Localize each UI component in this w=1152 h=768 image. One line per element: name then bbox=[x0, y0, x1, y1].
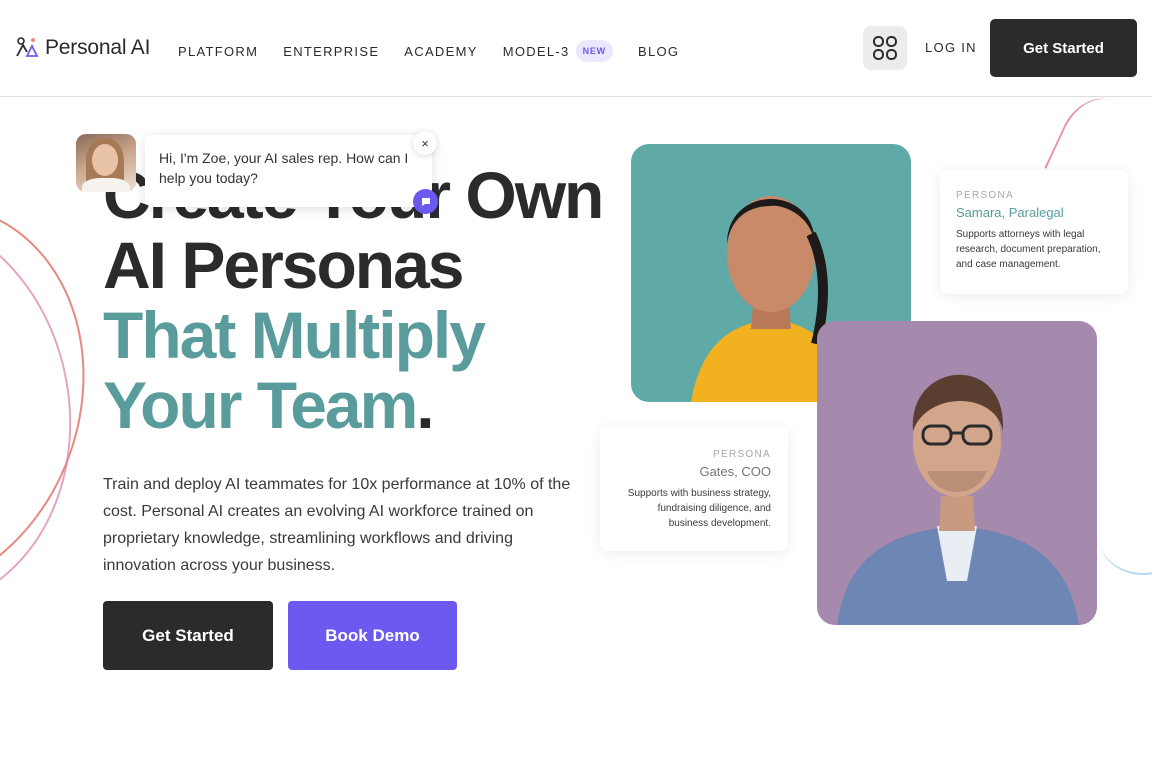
apps-menu-button[interactable] bbox=[863, 26, 907, 70]
logo-text: Personal AI bbox=[45, 36, 151, 59]
avatar-face bbox=[92, 144, 118, 176]
header-get-started-button[interactable]: Get Started bbox=[990, 19, 1137, 77]
nav-item-platform[interactable]: PLATFORM bbox=[178, 44, 258, 59]
get-started-button[interactable]: Get Started bbox=[103, 601, 273, 670]
logo-icon bbox=[16, 37, 39, 57]
persona-name: Gates, COO bbox=[699, 464, 771, 479]
chat-message[interactable]: Hi, I'm Zoe, your AI sales rep. How can … bbox=[145, 135, 432, 207]
main-nav: PLATFORM ENTERPRISE ACADEMY MODEL-3 NEW … bbox=[178, 40, 704, 62]
hero-description: Train and deploy AI teammates for 10x pe… bbox=[103, 476, 571, 574]
persona-card-gates: PERSONA Gates, COO Supports with busines… bbox=[600, 427, 788, 551]
persona-label: PERSONA bbox=[956, 190, 1015, 201]
nav-item-blog[interactable]: BLOG bbox=[638, 44, 679, 59]
persona-description: Supports attorneys with legal research, … bbox=[956, 229, 1101, 270]
nav-item-academy[interactable]: ACADEMY bbox=[404, 44, 477, 59]
logo[interactable]: Personal AI bbox=[15, 36, 150, 60]
chat-bubble-icon bbox=[421, 197, 430, 206]
man-portrait bbox=[837, 374, 1079, 625]
login-link[interactable]: LOG IN bbox=[925, 40, 977, 55]
nav-item-enterprise[interactable]: ENTERPRISE bbox=[283, 44, 379, 59]
headline-line-accent: That Multiply bbox=[103, 298, 486, 372]
persona-label: PERSONA bbox=[712, 449, 771, 460]
chat-agent-avatar[interactable] bbox=[76, 134, 136, 192]
chat-icon[interactable] bbox=[413, 189, 438, 214]
persona-card-samara: PERSONA Samara, Paralegal Supports attor… bbox=[940, 170, 1128, 294]
avatar-body bbox=[82, 178, 130, 192]
book-demo-button[interactable]: Book Demo bbox=[288, 601, 457, 670]
persona-photo-gates bbox=[817, 321, 1097, 625]
nav-item-model-3[interactable]: MODEL-3 NEW bbox=[503, 40, 613, 62]
new-badge: NEW bbox=[575, 40, 613, 62]
persona-name: Samara, Paralegal bbox=[956, 205, 1064, 220]
persona-description: Supports with business strategy, fundrai… bbox=[627, 488, 771, 529]
headline-line: AI Personas bbox=[103, 228, 465, 302]
headline-line-accent: Your Team. bbox=[103, 370, 602, 440]
headline-line-text: Your Team bbox=[103, 368, 418, 442]
grid-icon bbox=[873, 36, 897, 60]
decorative-arc bbox=[1098, 495, 1152, 575]
headline-period: . bbox=[416, 368, 434, 442]
nav-item-label: MODEL-3 bbox=[502, 43, 570, 59]
close-icon[interactable]: × bbox=[413, 131, 437, 155]
site-header: Personal AI PLATFORM ENTERPRISE ACADEMY … bbox=[0, 0, 1152, 97]
